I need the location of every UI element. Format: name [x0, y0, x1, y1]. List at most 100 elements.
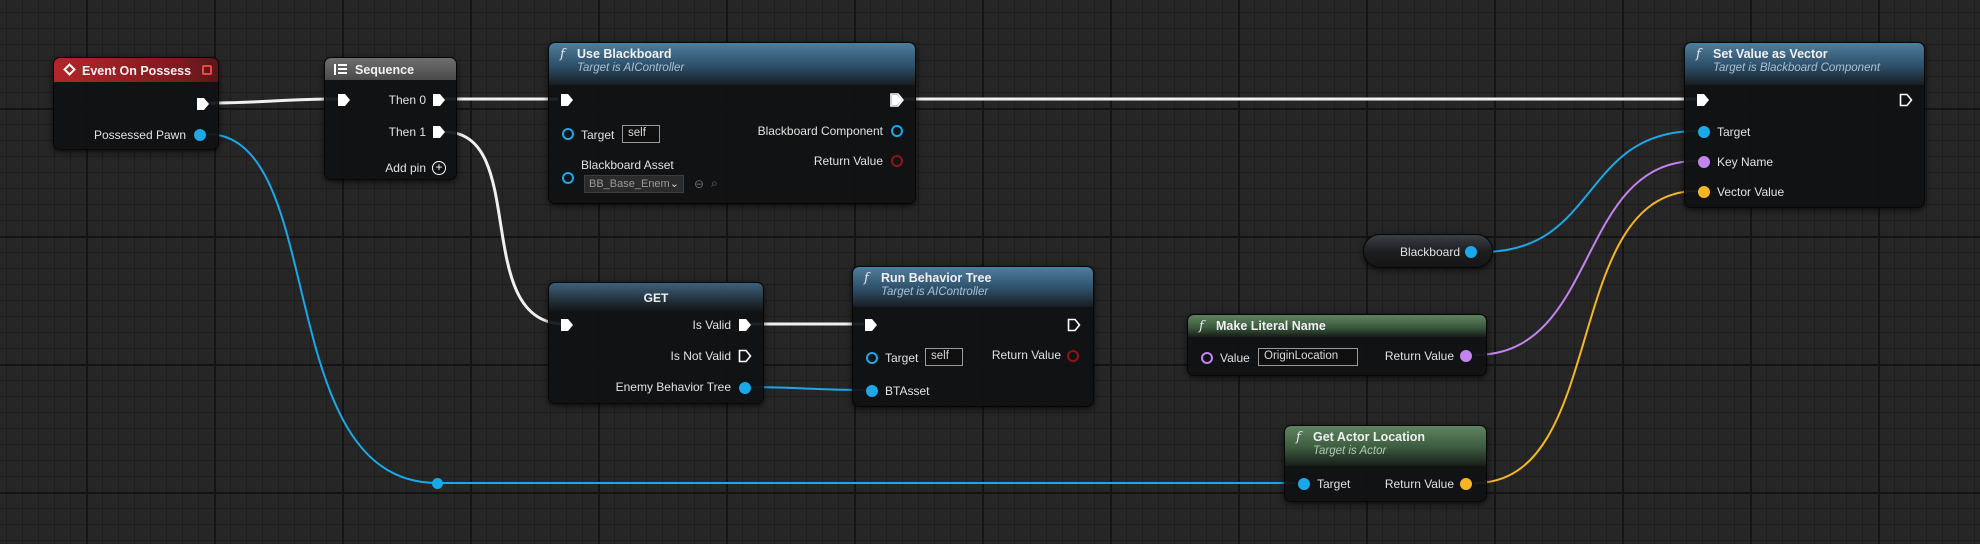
object-wire-pawn-to-reroute — [206, 133, 438, 484]
function-icon: f — [1199, 319, 1204, 334]
node-title: Make Literal Name — [1216, 319, 1326, 333]
enemy-behavior-tree-pin[interactable] — [739, 382, 751, 394]
exec-in-pin[interactable] — [560, 93, 574, 107]
exec-out-pin[interactable] — [1067, 318, 1081, 332]
is-valid-label: Is Valid — [692, 318, 731, 332]
object-wire-blackboard-to-target — [1481, 130, 1698, 253]
then0-label: Then 0 — [388, 93, 426, 107]
node-get-actor-location[interactable]: f Get Actor Location Target is Actor Tar… — [1284, 425, 1487, 502]
node-header: f Make Literal Name — [1188, 315, 1486, 337]
node-event-on-possess[interactable]: Event On Possess Possessed Pawn — [53, 57, 219, 150]
btasset-pin[interactable] — [866, 385, 878, 397]
then1-pin[interactable] — [432, 125, 446, 139]
event-diamond-icon — [63, 63, 76, 76]
node-run-behavior-tree[interactable]: f Run Behavior Tree Target is AIControll… — [852, 266, 1094, 407]
node-title: Get Actor Location — [1313, 430, 1426, 444]
node-subtitle: Target is AIController — [881, 286, 989, 298]
is-not-valid-pin[interactable] — [738, 349, 752, 363]
blackboard-asset-pin[interactable] — [562, 172, 574, 184]
node-subtitle: Target is Blackboard Component — [1713, 62, 1881, 74]
add-pin-icon[interactable]: + — [432, 161, 446, 175]
exec-out-pin[interactable] — [890, 93, 904, 107]
node-header: Sequence — [325, 58, 456, 80]
return-value-label: Return Value — [1384, 349, 1454, 363]
value-in-pin[interactable] — [1201, 352, 1213, 364]
chevron-down-icon: ⌄ — [669, 178, 679, 190]
return-value-pin[interactable] — [891, 155, 903, 167]
node-sequence[interactable]: Sequence Then 0 Then 1 Add pin + — [324, 57, 457, 180]
target-label: Target — [885, 351, 919, 365]
target-pin[interactable] — [1298, 478, 1310, 490]
browse-arrow-icon[interactable]: ⊖ — [694, 178, 704, 190]
node-use-blackboard[interactable]: f Use Blackboard Target is AIController … — [548, 42, 916, 204]
node-blackboard-variable[interactable]: Blackboard — [1363, 234, 1493, 268]
stop-icon[interactable] — [202, 65, 212, 75]
is-valid-pin[interactable] — [738, 318, 752, 332]
node-title: Run Behavior Tree — [881, 271, 992, 285]
sequence-icon — [334, 64, 347, 75]
node-subtitle: Target is AIController — [577, 62, 685, 74]
node-set-value-as-vector[interactable]: f Set Value as Vector Target is Blackboa… — [1684, 42, 1925, 208]
return-value-pin[interactable] — [1460, 350, 1472, 362]
function-icon: f — [1296, 430, 1301, 445]
return-value-label: Return Value — [813, 154, 883, 168]
blackboard-asset-dropdown[interactable]: BB_Base_Enem ⌄ — [584, 175, 684, 193]
target-pin[interactable] — [562, 128, 574, 140]
node-header: f Get Actor Location Target is Actor — [1285, 426, 1486, 466]
function-icon: f — [560, 47, 565, 62]
btasset-label: BTAsset — [885, 384, 930, 398]
blackboard-asset-label: Blackboard Asset — [581, 158, 674, 172]
then1-label: Then 1 — [388, 125, 426, 139]
blackboard-asset-value: BB_Base_Enem — [589, 178, 670, 190]
exec-in-pin[interactable] — [560, 318, 574, 332]
exec-out-pin[interactable] — [196, 97, 210, 111]
node-make-literal-name[interactable]: f Make Literal Name Value OriginLocation… — [1187, 314, 1487, 376]
value-field[interactable]: OriginLocation — [1258, 348, 1358, 366]
node-header: GET — [549, 283, 763, 313]
key-name-label: Key Name — [1717, 155, 1774, 169]
vector-value-label: Vector Value — [1717, 185, 1785, 199]
add-pin-label[interactable]: Add pin — [385, 161, 426, 175]
target-label: Target — [1317, 477, 1351, 491]
node-subtitle: Target is Actor — [1313, 445, 1387, 457]
object-wire-enemy-tree-to-btasset — [746, 386, 867, 391]
return-value-label: Return Value — [1384, 477, 1454, 491]
node-header: f Use Blackboard Target is AIController — [549, 43, 915, 85]
exec-in-pin[interactable] — [1696, 93, 1710, 107]
return-value-pin[interactable] — [1460, 478, 1472, 490]
return-value-label: Return Value — [991, 348, 1061, 362]
then0-pin[interactable] — [432, 93, 446, 107]
possessed-pawn-label: Possessed Pawn — [93, 128, 186, 142]
possessed-pawn-pin[interactable] — [194, 129, 206, 141]
value-label: Value — [1220, 351, 1250, 365]
blackboard-component-pin[interactable] — [891, 125, 903, 137]
node-header: Event On Possess — [54, 58, 218, 82]
search-icon[interactable]: ⌕ — [711, 177, 718, 189]
return-value-pin[interactable] — [1067, 350, 1079, 362]
node-title: Event On Possess — [82, 64, 192, 78]
vector-wire-location-to-value — [1474, 190, 1698, 484]
is-not-valid-label: Is Not Valid — [670, 349, 731, 363]
name-wire-literal-to-key — [1474, 160, 1698, 356]
target-pin[interactable] — [866, 352, 878, 364]
target-self-field[interactable]: self — [622, 125, 660, 143]
blackboard-component-label: Blackboard Component — [757, 124, 883, 138]
target-pin[interactable] — [1698, 126, 1710, 138]
target-self-field[interactable]: self — [925, 348, 963, 366]
key-name-pin[interactable] — [1698, 156, 1710, 168]
node-title: GET — [643, 291, 669, 305]
exec-out-pin[interactable] — [1899, 93, 1913, 107]
target-label: Target — [581, 128, 615, 142]
enemy-behavior-tree-label: Enemy Behavior Tree — [615, 380, 731, 394]
blackboard-out-pin[interactable] — [1465, 246, 1477, 258]
node-get[interactable]: GET Is Valid Is Not Valid Enemy Behavior… — [548, 282, 764, 404]
node-header: f Run Behavior Tree Target is AIControll… — [853, 267, 1093, 307]
function-icon: f — [864, 271, 869, 286]
blackboard-label: Blackboard — [1399, 245, 1460, 259]
reroute-node[interactable] — [432, 478, 443, 489]
exec-wire-possess-to-sequence — [206, 97, 339, 105]
exec-in-pin[interactable] — [864, 318, 878, 332]
function-icon: f — [1696, 47, 1701, 62]
vector-value-pin[interactable] — [1698, 186, 1710, 198]
exec-in-pin[interactable] — [337, 93, 351, 107]
